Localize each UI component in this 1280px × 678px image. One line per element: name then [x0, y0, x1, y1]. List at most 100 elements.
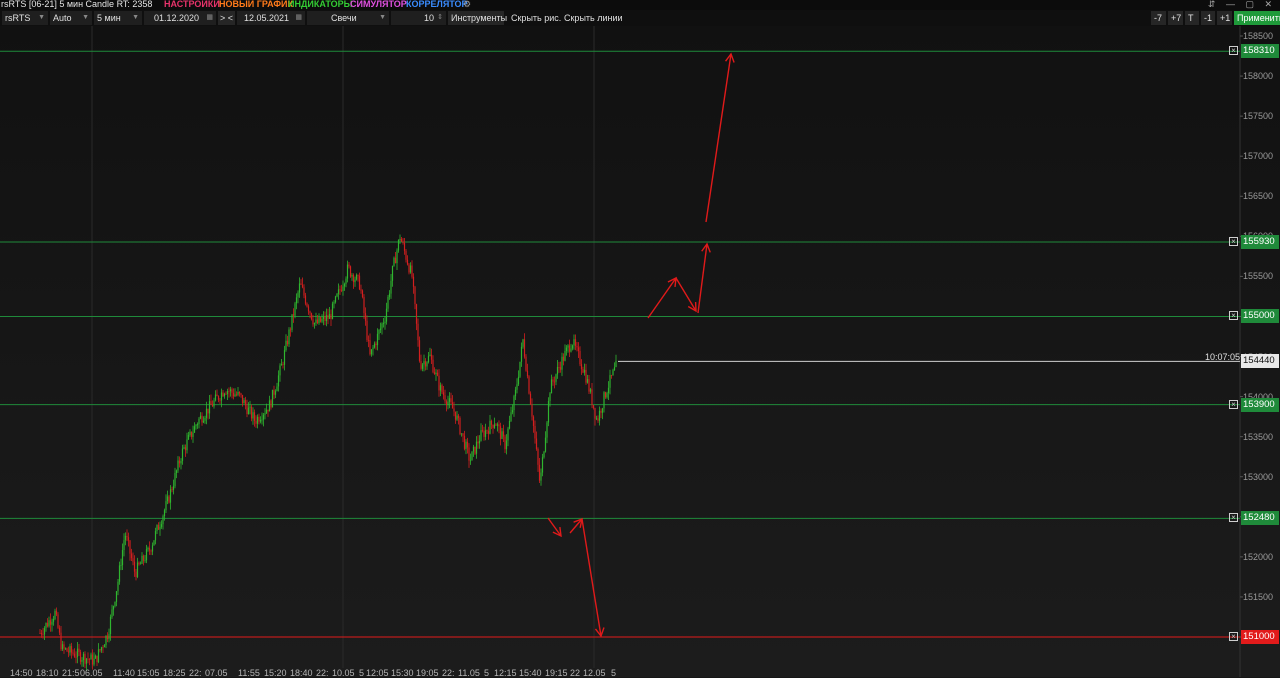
candle-body — [486, 430, 488, 431]
candle-body — [280, 364, 283, 366]
candle-body — [475, 441, 478, 454]
candle-body — [613, 367, 616, 371]
candle-body — [187, 435, 190, 440]
remove-level-icon[interactable]: × — [1229, 311, 1238, 321]
candle-body — [166, 496, 169, 502]
candle-body — [603, 392, 605, 409]
candle-body — [615, 360, 617, 368]
tools-button[interactable]: Инструменты — [448, 11, 507, 25]
candle-body — [270, 400, 272, 408]
menu-simulator[interactable]: СИМУЛЯТОР — [350, 0, 407, 10]
plus7-button[interactable]: +7 — [1168, 11, 1183, 25]
minus1-button[interactable]: -1 — [1201, 11, 1215, 25]
window-controls[interactable]: ⇵ — ▢ ✕ — [1208, 0, 1276, 10]
stepper-icon[interactable]: ⇕ — [437, 11, 443, 25]
hide-lines-button[interactable]: Скрыть линии — [561, 11, 623, 25]
chart-type-select[interactable]: Свечи ▼ — [307, 11, 389, 25]
candle-body — [564, 350, 566, 361]
nav-button[interactable]: > < — [218, 11, 235, 25]
gears-icon[interactable]: ⚙ — [463, 0, 471, 10]
candle-body — [474, 446, 476, 454]
menu-indicators[interactable]: ИНДИКАТОРЫ — [288, 0, 352, 10]
candle-body — [342, 286, 344, 291]
candle-body — [538, 464, 541, 481]
candle-body — [588, 379, 590, 392]
candle-body — [207, 408, 209, 414]
chevron-down-icon: ▼ — [132, 14, 139, 21]
remove-level-icon[interactable]: × — [1229, 399, 1238, 409]
candle-body — [610, 375, 613, 376]
count-stepper[interactable]: 10 ⇕ — [391, 11, 446, 25]
timeframe-select[interactable]: 5 мин ▼ — [94, 11, 142, 25]
candle-body — [609, 375, 611, 388]
candle-body — [453, 408, 455, 412]
candle-body — [483, 430, 485, 437]
candle-body — [315, 319, 317, 324]
candle-body — [198, 418, 200, 425]
candle-body — [279, 365, 281, 376]
candle-body — [454, 411, 457, 420]
candle-body — [492, 424, 494, 428]
remove-level-icon[interactable]: × — [1229, 236, 1238, 246]
candle-body — [385, 308, 388, 322]
candle-body — [370, 349, 373, 355]
candle-body — [411, 265, 413, 277]
candle-body — [456, 415, 458, 420]
candle-body — [76, 648, 79, 658]
menu-correlator[interactable]: КОРРЕЛЯТОР — [406, 0, 468, 10]
candle-body — [40, 633, 43, 635]
candle-body — [349, 266, 352, 277]
candle-body — [429, 354, 431, 356]
candle-body — [114, 601, 116, 607]
candle-body — [391, 265, 394, 281]
candle-body — [361, 290, 364, 298]
menu-new-chart[interactable]: НОВЫЙ ГРАФИК — [219, 0, 293, 10]
candle-body — [562, 356, 565, 361]
candle-body — [246, 405, 248, 415]
candle-body — [382, 323, 385, 324]
candle-body — [312, 319, 314, 325]
scale-select[interactable]: Auto ▼ — [50, 11, 92, 25]
candle-body — [511, 410, 514, 413]
date-from-field[interactable]: 01.12.2020 ▦ — [144, 11, 216, 25]
candle-body — [93, 658, 95, 665]
candle-body — [133, 561, 136, 572]
candle-body — [174, 473, 176, 487]
symbol-select[interactable]: rsRTS ▼ — [2, 11, 48, 25]
chevron-down-icon: ▼ — [379, 14, 386, 21]
calendar-icon[interactable]: ▦ — [295, 11, 302, 25]
plus1-button[interactable]: +1 — [1217, 11, 1232, 25]
remove-level-icon[interactable]: × — [1229, 513, 1238, 523]
candle-body — [105, 635, 107, 646]
candle-body — [138, 562, 140, 565]
minus7-button[interactable]: -7 — [1151, 11, 1166, 25]
candle-body — [463, 435, 466, 449]
candle-body — [148, 547, 151, 551]
candle-body — [571, 345, 574, 349]
t-button[interactable]: T — [1185, 11, 1199, 25]
candle-body — [94, 655, 97, 659]
candle-body — [472, 446, 475, 452]
candle-body — [502, 431, 505, 437]
candle-body — [484, 430, 487, 437]
remove-level-icon[interactable]: × — [1229, 632, 1238, 641]
candle-body — [163, 510, 166, 517]
calendar-icon[interactable]: ▦ — [206, 11, 213, 25]
candle-body — [444, 395, 446, 402]
candle-body — [508, 420, 511, 429]
price-chart[interactable] — [0, 26, 1280, 677]
candle-body — [186, 439, 188, 451]
remove-level-icon[interactable]: × — [1229, 46, 1238, 56]
candle-body — [142, 555, 145, 561]
price-axis-label: 152000 — [1243, 551, 1274, 562]
apply-button[interactable]: Применить — [1234, 11, 1280, 25]
date-to-field[interactable]: 12.05.2021 ▦ — [237, 11, 305, 25]
candle-body — [403, 242, 406, 251]
candle-body — [375, 343, 377, 346]
candle-body — [43, 628, 46, 635]
candle-body — [424, 361, 427, 367]
menu-settings[interactable]: НАСТРОЙКИ — [164, 0, 220, 10]
hide-drawings-button[interactable]: Скрыть рис. — [508, 11, 561, 25]
candle-body — [55, 610, 58, 615]
candle-body — [553, 381, 556, 383]
